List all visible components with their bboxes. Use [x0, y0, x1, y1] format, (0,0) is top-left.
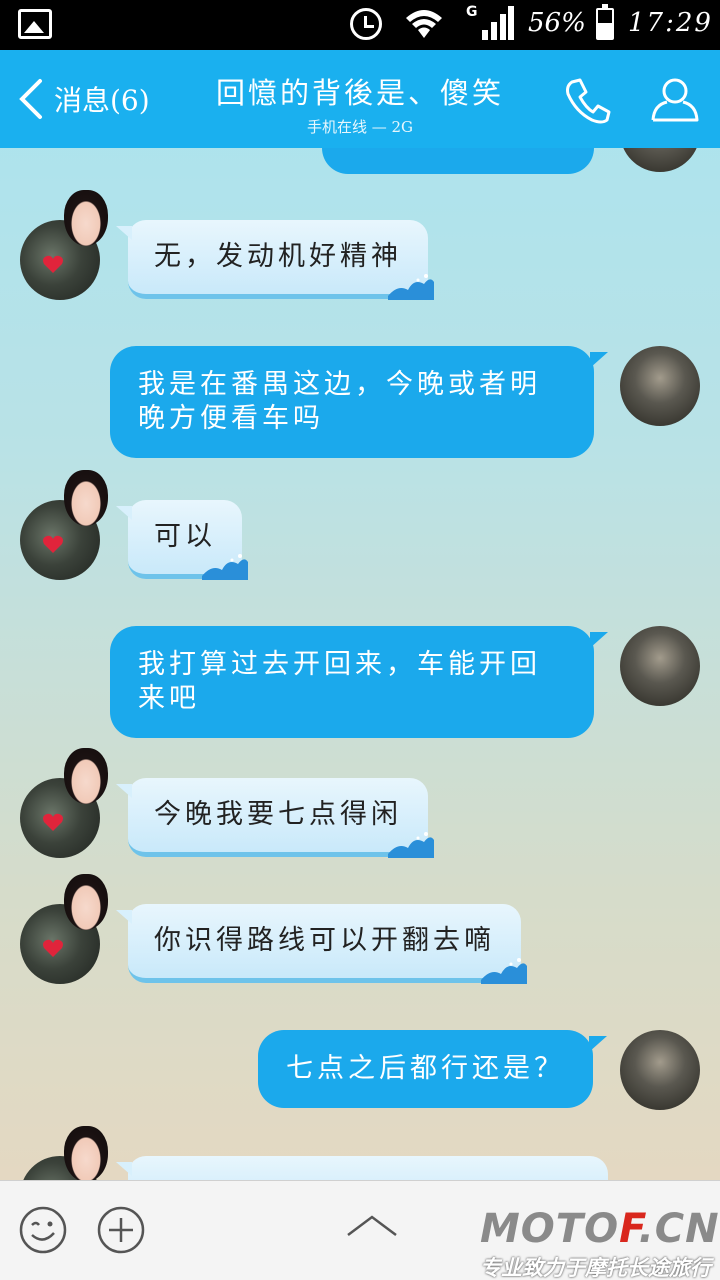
message-bubble-outgoing[interactable]: 七点之后都行还是？: [258, 1030, 607, 1108]
message-text: 七点之后都行还是？: [286, 1053, 565, 1084]
message-bubble-outgoing[interactable]: 我是在番禺这边，今晚或者明晚方便看车吗: [110, 346, 608, 458]
gallery-notification-icon: [18, 9, 52, 39]
message-text: 无，发动机好精神: [154, 241, 402, 272]
back-button[interactable]: 消息(6): [16, 74, 150, 124]
message-text: 今晚我要七点得闲: [154, 799, 402, 830]
watermark-brand: MOTOF.CN: [480, 1206, 720, 1252]
message-text: 我打算过去开回来，车能开回来吧: [138, 649, 541, 714]
message-bubble-partial[interactable]: [116, 1156, 608, 1180]
battery-icon: [596, 4, 614, 40]
contact-status: 手机在线 — 2G: [306, 118, 414, 136]
message-bubble-partial[interactable]: [322, 148, 594, 174]
avatar-photo: [64, 190, 108, 246]
my-avatar[interactable]: [620, 626, 700, 706]
message-text: 可以: [154, 521, 216, 552]
message-bubble-outgoing[interactable]: 我打算过去开回来，车能开回来吧: [110, 626, 608, 738]
contact-name: 回憶的背後是、傻笑: [215, 76, 504, 110]
contact-avatar[interactable]: [20, 874, 108, 984]
wave-decoration-icon: [388, 832, 434, 858]
message-text: 我是在番禺这边，今晚或者明晚方便看车吗: [138, 369, 541, 434]
avatar-photo: [64, 470, 108, 526]
emoji-icon[interactable]: [18, 1205, 68, 1255]
heart-icon: [43, 813, 63, 831]
heart-icon: [43, 255, 63, 273]
watermark-logo: MOTOF.CN 专业致力于摩托长途旅行: [480, 1206, 720, 1280]
contact-avatar[interactable]: [20, 190, 108, 300]
chevron-up-icon[interactable]: [342, 1211, 402, 1241]
back-label: 消息(6): [54, 84, 150, 117]
watermark-slogan: 专业致力于摩托长途旅行: [480, 1256, 711, 1280]
avatar-photo: [64, 1126, 108, 1180]
phone-icon[interactable]: [562, 76, 612, 126]
contact-avatar[interactable]: [20, 1126, 108, 1180]
alarm-icon: [350, 8, 382, 40]
wave-decoration-icon: [202, 554, 248, 580]
heart-icon: [43, 535, 63, 553]
wave-decoration-icon: [481, 958, 527, 984]
my-avatar[interactable]: [620, 1030, 700, 1110]
message-bubble-incoming[interactable]: 可以: [116, 500, 248, 580]
message-bubble-incoming[interactable]: 今晚我要七点得闲: [116, 778, 434, 858]
message-bubble-incoming[interactable]: 无，发动机好精神: [116, 220, 434, 300]
message-bubble-incoming[interactable]: 你识得路线可以开翻去嘀: [116, 904, 527, 984]
my-avatar[interactable]: [620, 346, 700, 426]
signal-strength-icon: [482, 6, 514, 40]
avatar-photo: [64, 748, 108, 804]
contact-avatar[interactable]: [20, 470, 108, 580]
chevron-left-icon: [19, 79, 42, 119]
clock: 17:29: [628, 8, 713, 38]
wave-decoration-icon: [388, 274, 434, 300]
avatar-photo: [64, 874, 108, 930]
battery-percent: 56%: [528, 8, 586, 38]
plus-icon[interactable]: [96, 1205, 146, 1255]
chat-header: 消息(6) 回憶的背後是、傻笑 手机在线 — 2G: [0, 50, 720, 148]
my-avatar[interactable]: [620, 148, 700, 172]
wifi-icon: [406, 10, 442, 38]
contact-info[interactable]: 回憶的背後是、傻笑 手机在线 — 2G: [210, 70, 510, 137]
message-list[interactable]: 无，发动机好精神 我是在番禺这边，今晚或者明晚方便看车吗 可以 我打算过去开回来…: [0, 148, 720, 1180]
status-bar: G 56% 17:29: [0, 0, 720, 50]
message-text: 你识得路线可以开翻去嘀: [154, 925, 495, 956]
contact-avatar[interactable]: [20, 748, 108, 858]
heart-icon: [43, 939, 63, 957]
profile-icon[interactable]: [650, 74, 700, 124]
